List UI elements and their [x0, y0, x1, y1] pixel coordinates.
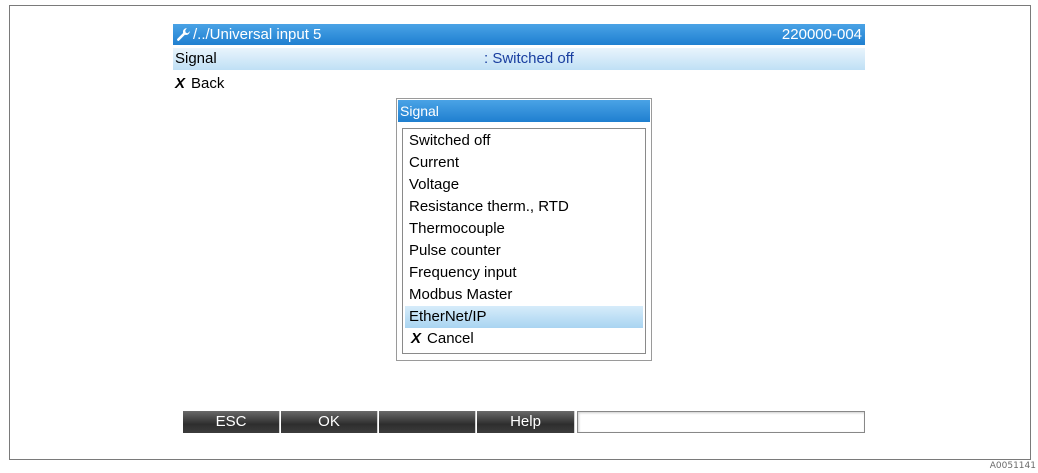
- menu-path: /../Universal input 5: [193, 26, 322, 43]
- signal-selection-dialog: Signal Switched off Current Voltage Resi…: [396, 98, 652, 361]
- softkey-info-field: [577, 411, 865, 433]
- option-voltage[interactable]: Voltage: [405, 174, 643, 196]
- cancel-label: Cancel: [427, 330, 474, 347]
- signal-setting-row[interactable]: Signal : Switched off: [173, 48, 865, 70]
- blank-softkey[interactable]: [379, 411, 476, 433]
- dialog-title: Signal: [398, 100, 650, 122]
- back-menu-item[interactable]: X Back: [173, 73, 224, 95]
- x-icon: X: [411, 330, 422, 347]
- option-modbus-master[interactable]: Modbus Master: [405, 284, 643, 306]
- option-frequency-input[interactable]: Frequency input: [405, 262, 643, 284]
- esc-softkey[interactable]: ESC: [183, 411, 280, 433]
- signal-options-list: Switched off Current Voltage Resistance …: [402, 128, 646, 354]
- help-softkey[interactable]: Help: [477, 411, 575, 433]
- option-current[interactable]: Current: [405, 152, 643, 174]
- option-thermocouple[interactable]: Thermocouple: [405, 218, 643, 240]
- x-icon: X: [175, 75, 186, 92]
- option-resistance-therm-rtd[interactable]: Resistance therm., RTD: [405, 196, 643, 218]
- wrench-icon: [177, 28, 190, 41]
- signal-label: Signal: [175, 50, 217, 67]
- menu-code: 220000-004: [781, 26, 862, 43]
- signal-value: : Switched off: [484, 50, 574, 67]
- back-label: Back: [191, 75, 225, 92]
- option-pulse-counter[interactable]: Pulse counter: [405, 240, 643, 262]
- figure-id: A0051141: [989, 461, 1036, 471]
- option-ethernet-ip[interactable]: EtherNet/IP: [405, 306, 643, 328]
- option-cancel[interactable]: X Cancel: [405, 328, 643, 350]
- ok-softkey[interactable]: OK: [281, 411, 378, 433]
- softkey-bar: ESC OK Help: [183, 411, 865, 433]
- option-switched-off[interactable]: Switched off: [405, 130, 643, 152]
- menu-title-bar: /../Universal input 5 220000-004: [173, 24, 865, 45]
